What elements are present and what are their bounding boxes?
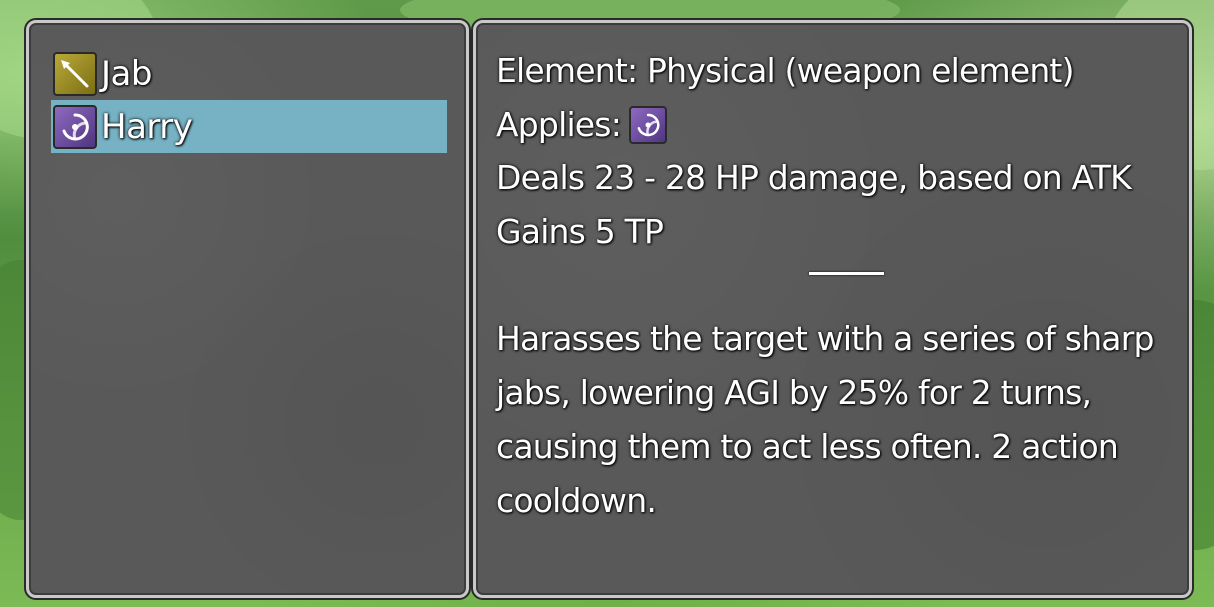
skill-item-harry[interactable]: Harry [51, 100, 447, 153]
skill-list-window: Jab Harry [26, 20, 469, 598]
applies-row: Applies: [496, 105, 668, 144]
swirl-icon [629, 105, 668, 144]
description-line: Harasses the target with a series of sha… [496, 319, 1154, 358]
spear-icon [53, 51, 97, 96]
battle-background: Jab Harry Element: Physical (weapon elem… [0, 0, 1214, 607]
skill-item-jab[interactable]: Jab [51, 47, 447, 100]
description-line: causing them to act less often. 2 action [496, 427, 1119, 466]
damage-text: Deals 23 - 28 HP damage, based on ATK [496, 158, 1132, 197]
skill-label: Harry [101, 106, 193, 147]
tp-gain-text: Gains 5 TP [496, 212, 664, 251]
description-line: jabs, lowering AGI by 25% for 2 turns, [496, 373, 1092, 412]
skill-detail-window: Element: Physical (weapon element) Appli… [473, 20, 1192, 598]
divider [809, 272, 884, 275]
skill-label: Jab [101, 53, 152, 94]
applies-label: Applies: [496, 105, 622, 144]
swirl-icon [53, 104, 97, 149]
description-line: cooldown. [496, 481, 657, 520]
element-text: Element: Physical (weapon element) [496, 51, 1074, 90]
